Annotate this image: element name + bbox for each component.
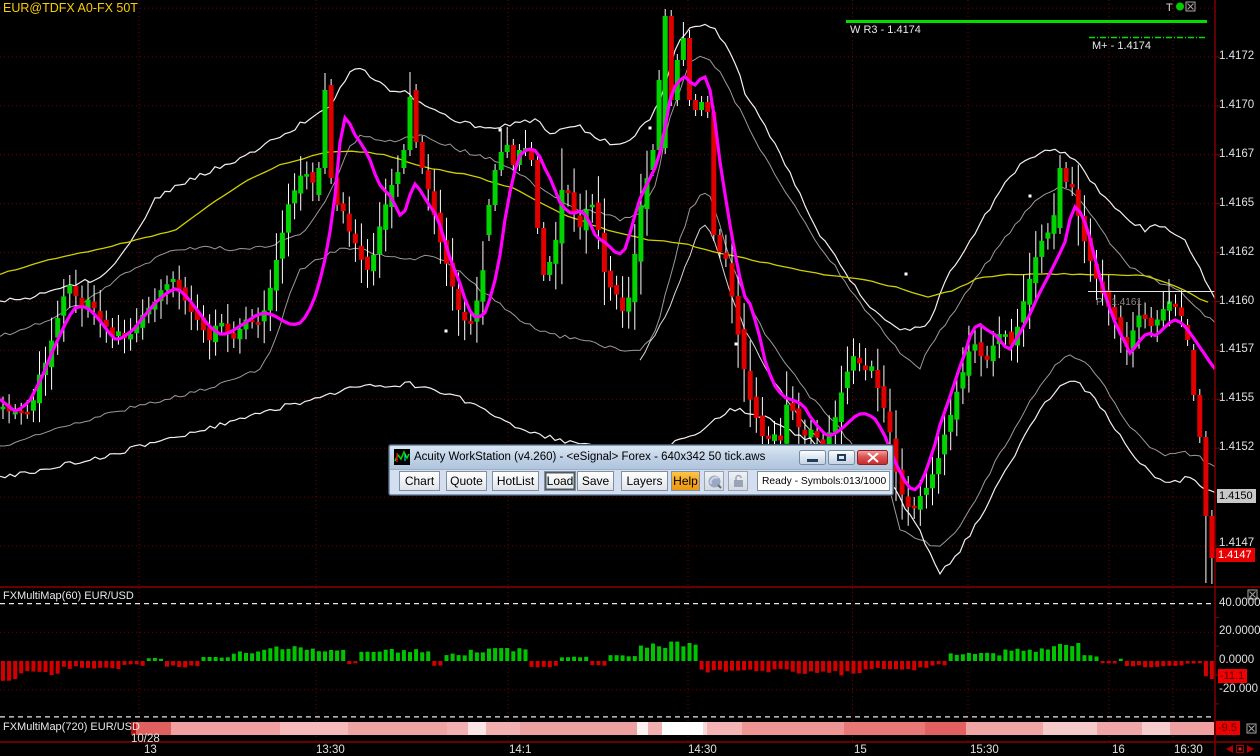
- svg-text:P - 1.4161: P - 1.4161: [1096, 297, 1142, 308]
- svg-text:T: T: [1166, 2, 1173, 14]
- svg-text:M+ - 1.4174: M+ - 1.4174: [1092, 40, 1151, 52]
- svg-text:W R3 - 1.4174: W R3 - 1.4174: [850, 24, 921, 36]
